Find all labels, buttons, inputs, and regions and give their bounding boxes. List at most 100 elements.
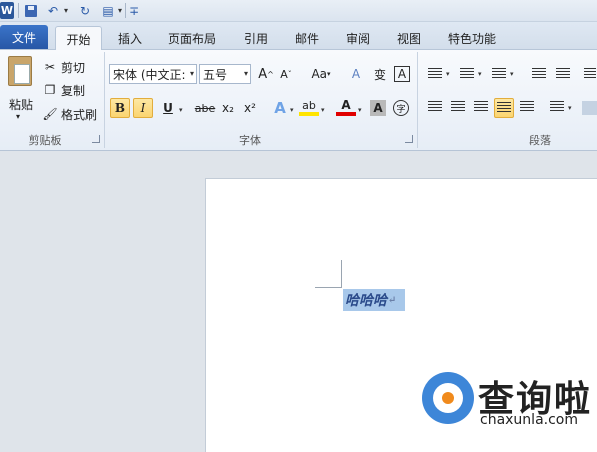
- increase-indent-icon: [556, 68, 570, 80]
- bullets-icon: [428, 68, 442, 80]
- numbering-dropdown-icon[interactable]: ▾: [478, 70, 482, 78]
- strikethrough-button[interactable]: abe: [193, 98, 217, 118]
- enclose-characters-button[interactable]: 字: [393, 100, 409, 116]
- copy-label: 复制: [61, 83, 86, 98]
- multilevel-list-dropdown-icon[interactable]: ▾: [510, 70, 514, 78]
- word-logo-icon[interactable]: W: [0, 2, 14, 19]
- quick-access-toolbar: W ↶ ▾ ↻ ▤ ▾ ∓: [0, 0, 597, 22]
- font-size-combo[interactable]: 五号 ▾: [199, 64, 251, 84]
- paragraph-mark-icon: ↵: [388, 294, 397, 306]
- underline-dropdown-icon[interactable]: ▾: [179, 106, 183, 114]
- numbering-button[interactable]: [460, 68, 476, 82]
- print-preview-icon[interactable]: ▤: [100, 2, 116, 19]
- print-dropdown-icon[interactable]: ▾: [116, 2, 124, 19]
- change-case-icon: Aa: [311, 67, 328, 81]
- tab-view[interactable]: 视图: [391, 26, 427, 50]
- underline-icon: U: [163, 101, 173, 115]
- clipboard-launcher-icon[interactable]: [92, 135, 100, 143]
- tab-page-layout[interactable]: 页面布局: [164, 26, 220, 50]
- justify-button[interactable]: [494, 98, 514, 118]
- change-case-button[interactable]: Aa ▾: [308, 64, 334, 84]
- font-name-combo[interactable]: 宋体 (中文正: ▾: [109, 64, 197, 84]
- line-spacing-button[interactable]: [550, 101, 566, 115]
- bold-icon: B: [114, 101, 126, 115]
- underline-button[interactable]: U: [158, 98, 178, 118]
- superscript-button[interactable]: x²: [240, 98, 260, 118]
- font-color-icon: A: [341, 98, 351, 112]
- group-separator: [417, 52, 418, 148]
- text-effects-button[interactable]: A: [270, 98, 290, 118]
- align-left-icon: [428, 101, 442, 113]
- tab-mailings[interactable]: 邮件: [289, 26, 325, 50]
- italic-icon: I: [140, 101, 146, 115]
- chevron-down-icon: ▾: [189, 69, 194, 78]
- paste-dropdown-icon[interactable]: ▾: [16, 112, 20, 121]
- margin-corner-mark: [315, 287, 342, 288]
- tab-home[interactable]: 开始: [55, 26, 102, 51]
- ribbon: 粘贴 ▾ ✂ 剪切 ❐ 复制 🖌 格式刷 剪贴板 宋体 (中文正: ▾ 五号 ▾…: [0, 50, 597, 151]
- highlight-button[interactable]: ab: [299, 98, 319, 116]
- align-right-button[interactable]: [474, 101, 490, 115]
- margin-corner-mark: [341, 260, 342, 287]
- align-center-button[interactable]: [451, 101, 467, 115]
- highlight-dropdown-icon[interactable]: ▾: [321, 106, 325, 114]
- chevron-down-icon: ▾: [243, 69, 248, 78]
- font-color-dropdown-icon[interactable]: ▾: [358, 106, 362, 114]
- numbering-icon: [460, 68, 474, 80]
- align-center-icon: [451, 101, 465, 113]
- tab-file[interactable]: 文件: [0, 25, 48, 49]
- clipboard-icon: [8, 56, 32, 86]
- clear-formatting-button[interactable]: A: [346, 64, 366, 84]
- cut-label: 剪切: [61, 60, 86, 75]
- bullets-dropdown-icon[interactable]: ▾: [446, 70, 450, 78]
- tab-special-features[interactable]: 特色功能: [443, 26, 501, 50]
- copy-button[interactable]: ❐ 复制: [42, 81, 85, 99]
- watermark-url: chaxunla.com: [480, 412, 578, 428]
- undo-dropdown-icon[interactable]: ▾: [62, 2, 70, 19]
- paste-button[interactable]: 粘贴 ▾: [4, 54, 38, 124]
- save-icon[interactable]: [24, 2, 38, 19]
- copy-icon: ❐: [44, 83, 56, 97]
- line-spacing-dropdown-icon[interactable]: ▾: [568, 104, 572, 112]
- cut-button[interactable]: ✂ 剪切: [42, 58, 85, 76]
- distributed-button[interactable]: [520, 101, 536, 115]
- phonetic-guide-icon: 变: [373, 67, 386, 82]
- italic-button[interactable]: I: [133, 98, 153, 118]
- tab-insert[interactable]: 插入: [112, 26, 148, 50]
- paintbrush-icon: 🖌: [42, 107, 58, 121]
- customize-qat-icon[interactable]: ∓: [129, 2, 139, 19]
- tab-references[interactable]: 引用: [238, 26, 274, 50]
- character-border-button[interactable]: A: [394, 66, 410, 82]
- multilevel-list-button[interactable]: [492, 68, 508, 82]
- shading-button[interactable]: [582, 101, 597, 115]
- ribbon-tabs: 文件 开始 插入 页面布局 引用 邮件 审阅 视图 特色功能: [0, 22, 597, 51]
- character-shading-button[interactable]: A: [370, 100, 386, 116]
- selected-text[interactable]: 哈哈哈 ↵: [343, 289, 405, 311]
- font-color-button[interactable]: A: [336, 98, 356, 116]
- redo-icon[interactable]: ↻: [78, 2, 92, 19]
- tab-review[interactable]: 审阅: [340, 26, 376, 50]
- align-left-button[interactable]: [428, 101, 444, 115]
- subscript-button[interactable]: x₂: [218, 98, 238, 118]
- grow-font-button[interactable]: A ^: [256, 64, 276, 84]
- format-painter-button[interactable]: 🖌 格式刷: [42, 105, 97, 123]
- text-effects-dropdown-icon[interactable]: ▾: [290, 106, 294, 114]
- bullets-button[interactable]: [428, 68, 444, 82]
- shrink-font-button[interactable]: Aˇ: [276, 64, 296, 84]
- bold-button[interactable]: B: [110, 98, 130, 118]
- line-spacing-icon: [550, 101, 564, 113]
- paragraph-group-label: 段落: [529, 134, 551, 147]
- multilevel-list-icon: [492, 68, 506, 80]
- sort-button[interactable]: [584, 68, 597, 82]
- font-launcher-icon[interactable]: [405, 135, 413, 143]
- undo-icon[interactable]: ↶: [46, 2, 60, 19]
- font-size-value: 五号: [203, 67, 228, 82]
- decrease-indent-button[interactable]: [532, 68, 548, 82]
- qat-separator: [18, 3, 19, 18]
- superscript-icon: x²: [244, 101, 256, 115]
- subscript-icon: x₂: [222, 101, 234, 115]
- phonetic-guide-button[interactable]: 变: [370, 64, 390, 84]
- text-effects-icon: A: [274, 99, 286, 117]
- increase-indent-button[interactable]: [556, 68, 572, 82]
- watermark: 查询啦 chaxunla.com: [420, 372, 597, 434]
